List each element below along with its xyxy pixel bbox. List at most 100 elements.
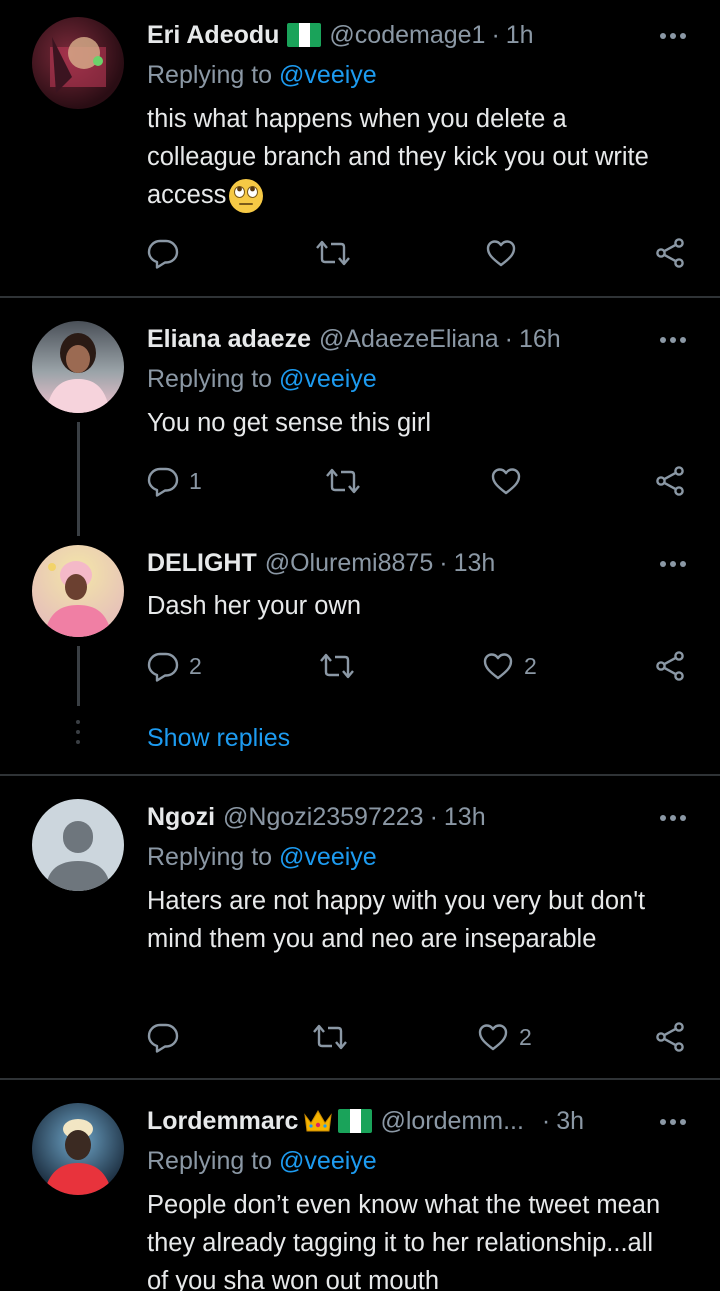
avatar[interactable] bbox=[32, 1103, 124, 1195]
tweet-ngozi[interactable]: Ngozi @Ngozi23597223 · 13h Replying to @… bbox=[0, 776, 720, 1078]
nigeria-flag-icon bbox=[338, 1109, 373, 1133]
retweet-button[interactable] bbox=[312, 1021, 348, 1053]
timestamp[interactable]: 13h bbox=[454, 549, 496, 578]
reply-count: 1 bbox=[189, 467, 202, 494]
timestamp[interactable]: 3h bbox=[556, 1107, 584, 1136]
tweet-actions bbox=[147, 237, 692, 277]
mention-link[interactable]: @veeiye bbox=[279, 843, 377, 871]
more-icon[interactable] bbox=[660, 561, 686, 567]
nigeria-flag-icon bbox=[287, 23, 322, 47]
default-avatar-icon bbox=[46, 821, 110, 891]
reply-icon bbox=[147, 1021, 179, 1053]
avatar[interactable] bbox=[32, 799, 124, 891]
tweet-eri-adeodu[interactable]: Eri Adeodu @codemage1 · 1h Replying to @… bbox=[0, 0, 720, 297]
share-icon bbox=[654, 237, 686, 269]
display-name[interactable]: Lordemmarc bbox=[147, 1107, 298, 1136]
tweet-text: You no get sense this girl bbox=[147, 409, 431, 437]
tweet-delight[interactable]: DELIGHT @Oluremi8875 · 13h Dash her your… bbox=[0, 528, 720, 774]
crown-emoji-icon bbox=[304, 1110, 333, 1132]
replying-to: Replying to @veeiye bbox=[147, 843, 377, 872]
thread-continuation bbox=[76, 720, 80, 750]
reply-button[interactable] bbox=[147, 1021, 179, 1053]
retweet-icon bbox=[319, 650, 355, 682]
more-icon[interactable] bbox=[660, 337, 686, 343]
retweet-button[interactable] bbox=[315, 237, 351, 269]
avatar[interactable] bbox=[32, 17, 124, 109]
handle[interactable]: @AdaezeEliana bbox=[319, 325, 499, 354]
like-button[interactable] bbox=[490, 465, 522, 497]
replying-to: Replying to @veeiye bbox=[147, 61, 377, 90]
replying-to: Replying to @veeiye bbox=[147, 1147, 377, 1176]
reply-button[interactable]: 1 bbox=[147, 465, 202, 497]
handle[interactable]: @Ngozi23597223 bbox=[223, 803, 424, 832]
tweet-text: Dash her your own bbox=[147, 592, 362, 620]
reply-icon bbox=[147, 650, 179, 682]
replying-to: Replying to @veeiye bbox=[147, 365, 377, 394]
show-replies-link[interactable]: Show replies bbox=[147, 724, 290, 753]
retweet-button[interactable] bbox=[319, 650, 355, 682]
tweet-actions: 2 2 bbox=[147, 650, 692, 690]
handle[interactable]: @Oluremi8875 bbox=[265, 549, 434, 578]
rolling-eyes-emoji-icon bbox=[229, 179, 264, 214]
retweet-icon bbox=[325, 465, 361, 497]
reply-count: 2 bbox=[189, 652, 202, 679]
separator: · bbox=[429, 802, 438, 831]
reply-button[interactable]: 2 bbox=[147, 650, 202, 682]
share-button[interactable] bbox=[654, 1021, 686, 1053]
retweet-icon bbox=[315, 237, 351, 269]
separator: · bbox=[439, 548, 448, 577]
share-button[interactable] bbox=[654, 237, 686, 269]
tweet-eliana-adaeze[interactable]: Eliana adaeze @AdaezeEliana · 16h Replyi… bbox=[0, 298, 720, 536]
mention-link[interactable]: @veeiye bbox=[279, 1147, 377, 1175]
more-icon[interactable] bbox=[660, 815, 686, 821]
display-name[interactable]: DELIGHT bbox=[147, 549, 257, 578]
tweet-text-content: this what happens when you delete a coll… bbox=[147, 105, 649, 209]
share-icon bbox=[654, 650, 686, 682]
more-icon[interactable] bbox=[660, 1119, 686, 1125]
retweet-button[interactable] bbox=[325, 465, 361, 497]
share-button[interactable] bbox=[654, 650, 686, 682]
avatar[interactable] bbox=[32, 321, 124, 413]
display-name[interactable]: Eri Adeodu bbox=[147, 21, 279, 50]
like-button[interactable]: 2 bbox=[482, 650, 537, 682]
avatar-photo-icon bbox=[44, 1119, 112, 1195]
like-button[interactable]: 2 bbox=[477, 1021, 532, 1053]
replying-prefix: Replying to bbox=[147, 843, 273, 871]
avatar-photo-icon bbox=[44, 561, 112, 637]
like-count: 2 bbox=[519, 1023, 532, 1050]
display-name[interactable]: Eliana adaeze bbox=[147, 325, 311, 354]
like-count: 2 bbox=[524, 652, 537, 679]
tweet-actions: 2 bbox=[147, 1021, 692, 1061]
mention-link[interactable]: @veeiye bbox=[279, 365, 377, 393]
reply-icon bbox=[147, 465, 179, 497]
avatar-art-icon bbox=[50, 37, 106, 93]
handle[interactable]: @codemage1 bbox=[329, 21, 485, 50]
thread-line bbox=[77, 646, 80, 706]
avatar[interactable] bbox=[32, 545, 124, 637]
replying-prefix: Replying to bbox=[147, 365, 273, 393]
more-icon[interactable] bbox=[660, 33, 686, 39]
share-icon bbox=[654, 465, 686, 497]
like-icon bbox=[485, 237, 517, 269]
share-button[interactable] bbox=[654, 465, 686, 497]
avatar-photo-icon bbox=[46, 333, 110, 413]
timestamp[interactable]: 1h bbox=[506, 21, 534, 50]
replying-prefix: Replying to bbox=[147, 61, 273, 89]
mention-link[interactable]: @veeiye bbox=[279, 61, 377, 89]
tweet-text: this what happens when you delete a coll… bbox=[147, 100, 667, 214]
tweet-text: Haters are not happy with you very but d… bbox=[147, 887, 646, 953]
timestamp[interactable]: 13h bbox=[444, 803, 486, 832]
display-name[interactable]: Ngozi bbox=[147, 803, 215, 832]
separator: · bbox=[491, 20, 500, 49]
reply-button[interactable] bbox=[147, 237, 179, 269]
replying-prefix: Replying to bbox=[147, 1147, 273, 1175]
like-button[interactable] bbox=[485, 237, 517, 269]
timestamp[interactable]: 16h bbox=[519, 325, 561, 354]
reply-icon bbox=[147, 237, 179, 269]
like-icon bbox=[482, 650, 514, 682]
handle[interactable]: @lordemm... bbox=[380, 1107, 523, 1136]
like-icon bbox=[477, 1021, 509, 1053]
retweet-icon bbox=[312, 1021, 348, 1053]
separator: · bbox=[541, 1106, 551, 1135]
tweet-lordemmarc[interactable]: Lordemmarc @lordemm... · 3h Replying to … bbox=[0, 1080, 720, 1291]
